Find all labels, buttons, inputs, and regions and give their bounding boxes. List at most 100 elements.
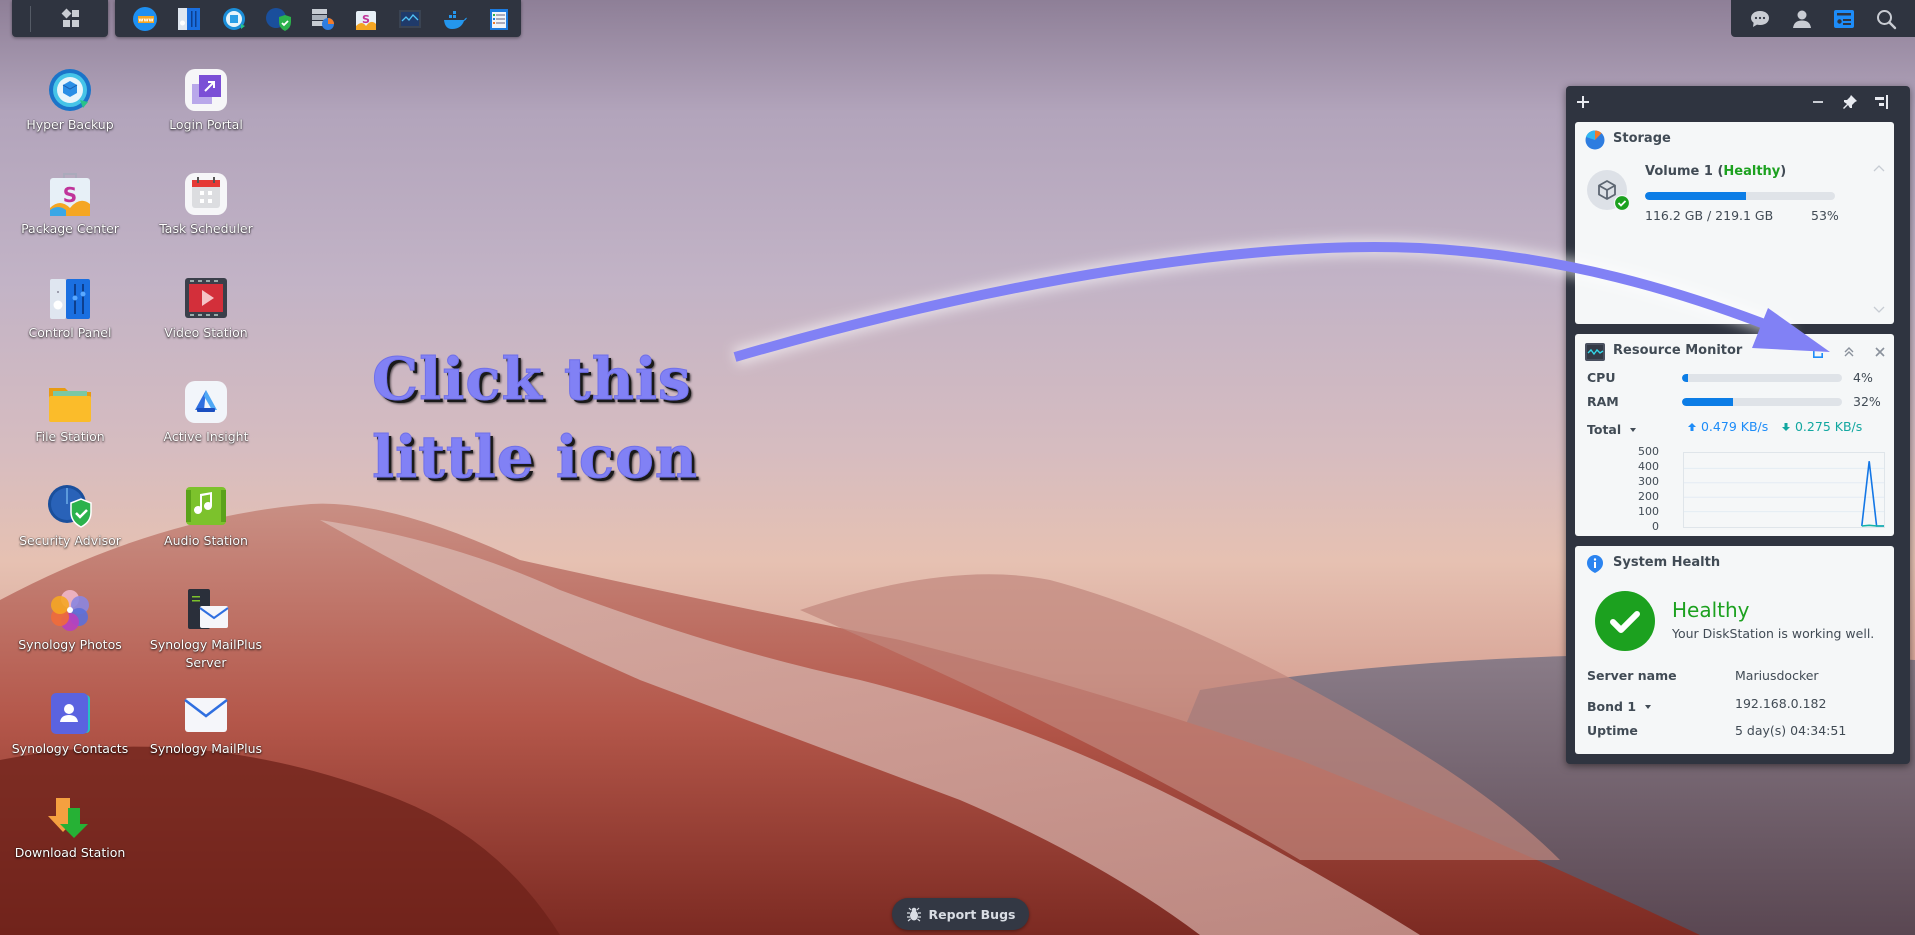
desktop-icon-audio-station[interactable]: Audio Station xyxy=(138,482,274,550)
collapse-widget-button[interactable] xyxy=(1840,343,1858,361)
network-interface-dropdown[interactable]: Total xyxy=(1587,419,1637,438)
search-button[interactable] xyxy=(1868,0,1904,37)
taskbar-main-menu-area xyxy=(12,0,108,37)
taskbar-app-control-panel[interactable] xyxy=(167,0,211,37)
desktop-icon-label: Control Panel xyxy=(28,325,112,340)
healthy-status-icon xyxy=(1595,591,1655,651)
download-series-line xyxy=(1861,524,1884,527)
control-panel-icon xyxy=(178,7,201,30)
user-options-button[interactable] xyxy=(1784,0,1820,37)
grid-icon xyxy=(61,8,79,27)
desktop-icon-hyper-backup[interactable]: Hyper Backup xyxy=(2,66,138,134)
volume-name: Volume 1 (Healthy) xyxy=(1645,164,1787,179)
desktop-icon-label: Synology Photos xyxy=(18,637,122,652)
report-bugs-label: Report Bugs xyxy=(928,906,1016,922)
pin-icon xyxy=(1843,95,1857,109)
storage-pie-icon xyxy=(1585,130,1605,150)
open-resource-monitor-button[interactable] xyxy=(1809,343,1827,361)
taskbar-app-log-center[interactable] xyxy=(477,0,521,37)
taskbar-app-security-advisor[interactable] xyxy=(256,0,300,37)
volume-status: Healthy xyxy=(1723,164,1781,179)
desktop-icon-label: Video Station xyxy=(164,325,248,340)
network-label: Total xyxy=(1587,422,1622,437)
desktop-icon-security-advisor[interactable]: Security Advisor xyxy=(2,482,138,550)
desktop-icon-video-station[interactable]: Video Station xyxy=(138,274,274,342)
docker-whale-icon xyxy=(443,10,467,29)
health-message: Your DiskStation is working well. xyxy=(1672,626,1875,641)
resource-monitor-icon xyxy=(399,9,422,28)
open-external-icon xyxy=(1813,347,1823,358)
y-tick: 400 xyxy=(1638,460,1659,473)
desktop-icon-synology-contacts[interactable]: Synology Contacts xyxy=(2,690,138,758)
taskbar-pinned-apps: www S xyxy=(115,0,521,37)
desktop-icon-label: Active Insight xyxy=(163,429,249,444)
security-advisor-icon xyxy=(265,7,291,31)
download-rate: 0.275 KB/s xyxy=(1781,419,1862,434)
log-center-icon xyxy=(489,8,508,30)
desktop-icon-task-scheduler[interactable]: Task Scheduler xyxy=(138,170,274,238)
desktop-icon-file-station[interactable]: File Station xyxy=(2,378,138,446)
resource-monitor-widget: Resource Monitor CPU 4% RAM 32% Total 0.… xyxy=(1575,334,1894,536)
bond-label: Bond 1 xyxy=(1587,699,1637,714)
desktop-icon-login-portal[interactable]: Login Portal xyxy=(138,66,274,134)
desktop-icon-synology-photos[interactable]: Synology Photos xyxy=(2,586,138,654)
volume-icon xyxy=(1587,170,1630,211)
desktop-icon-label: Login Portal xyxy=(169,117,243,132)
server-name-label: Server name xyxy=(1587,668,1677,683)
volume-used-size: 116.2 GB / 219.1 GB xyxy=(1645,208,1774,223)
desktop-icon-package-center[interactable]: S Package Center xyxy=(2,170,138,238)
desktop-icon-label: Download Station xyxy=(14,845,126,860)
taskbar-app-hyper-backup[interactable] xyxy=(211,0,255,37)
download-arrow-icon xyxy=(1782,423,1790,431)
add-widget-button[interactable] xyxy=(1571,90,1595,114)
desktop-icon-synology-mailplus[interactable]: Synology MailPlus xyxy=(138,690,274,758)
ram-label: RAM xyxy=(1587,394,1619,409)
close-widget-button[interactable] xyxy=(1871,343,1889,361)
package-center-icon: S xyxy=(356,10,377,30)
scroll-down-icon[interactable] xyxy=(1873,306,1885,314)
desktop-icon-label: Synology MailPlus Server xyxy=(149,637,263,670)
desktop-icon-mailplus-server[interactable]: Synology MailPlus Server xyxy=(138,586,274,672)
calendar-icon xyxy=(185,173,227,215)
widget-panel: Storage Volume 1 (Healthy) 116.2 GB / 21… xyxy=(1566,86,1910,764)
ram-usage-value: 32% xyxy=(1853,394,1881,409)
upload-arrow-icon xyxy=(1688,423,1696,431)
scroll-up-icon[interactable] xyxy=(1873,164,1885,172)
desktop-icon-download-station[interactable]: Download Station xyxy=(2,794,138,862)
volume-usage-percent: 53% xyxy=(1811,208,1839,223)
dock-panel-button[interactable] xyxy=(1869,90,1893,114)
mail-envelope-icon xyxy=(184,698,228,732)
network-bond-dropdown[interactable]: Bond 1 xyxy=(1587,696,1652,715)
widgets-toggle-button[interactable] xyxy=(1826,0,1862,37)
uptime-label: Uptime xyxy=(1587,723,1638,738)
desktop-icon-control-panel[interactable]: Control Panel xyxy=(2,274,138,342)
pin-panel-button[interactable] xyxy=(1838,90,1862,114)
taskbar-app-web-station[interactable]: www xyxy=(123,0,167,37)
minimize-panel-button[interactable] xyxy=(1806,90,1830,114)
package-center-icon: S xyxy=(50,173,90,216)
taskbar-app-package-center[interactable]: S xyxy=(344,0,388,37)
y-tick: 100 xyxy=(1638,505,1659,518)
resource-monitor-title: Resource Monitor xyxy=(1613,343,1743,358)
upload-rate: 0.479 KB/s xyxy=(1687,419,1768,434)
taskbar-app-storage-manager[interactable] xyxy=(300,0,344,37)
folder-icon xyxy=(49,388,91,422)
main-menu-button[interactable] xyxy=(58,6,84,32)
resource-monitor-icon xyxy=(1585,343,1605,361)
storage-manager-icon xyxy=(311,8,334,30)
security-advisor-icon xyxy=(48,485,92,528)
close-icon xyxy=(1875,347,1885,357)
taskbar-app-resource-monitor[interactable] xyxy=(388,0,432,37)
mail-server-icon xyxy=(188,589,229,629)
storage-widget: Storage Volume 1 (Healthy) 116.2 GB / 21… xyxy=(1575,122,1894,324)
desktop-icon-label: Task Scheduler xyxy=(159,221,253,236)
hyper-backup-icon xyxy=(222,7,245,30)
video-station-icon xyxy=(185,278,227,318)
network-chart-y-axis: 500 400 300 200 100 0 xyxy=(1635,444,1659,534)
notifications-button[interactable] xyxy=(1742,0,1778,37)
desktop-icon-active-insight[interactable]: Active Insight xyxy=(138,378,274,446)
svg-text:S: S xyxy=(63,183,77,207)
report-bugs-button[interactable]: Report Bugs xyxy=(892,898,1029,930)
taskbar-app-docker[interactable] xyxy=(433,0,477,37)
ip-address-value: 192.168.0.182 xyxy=(1735,696,1827,711)
